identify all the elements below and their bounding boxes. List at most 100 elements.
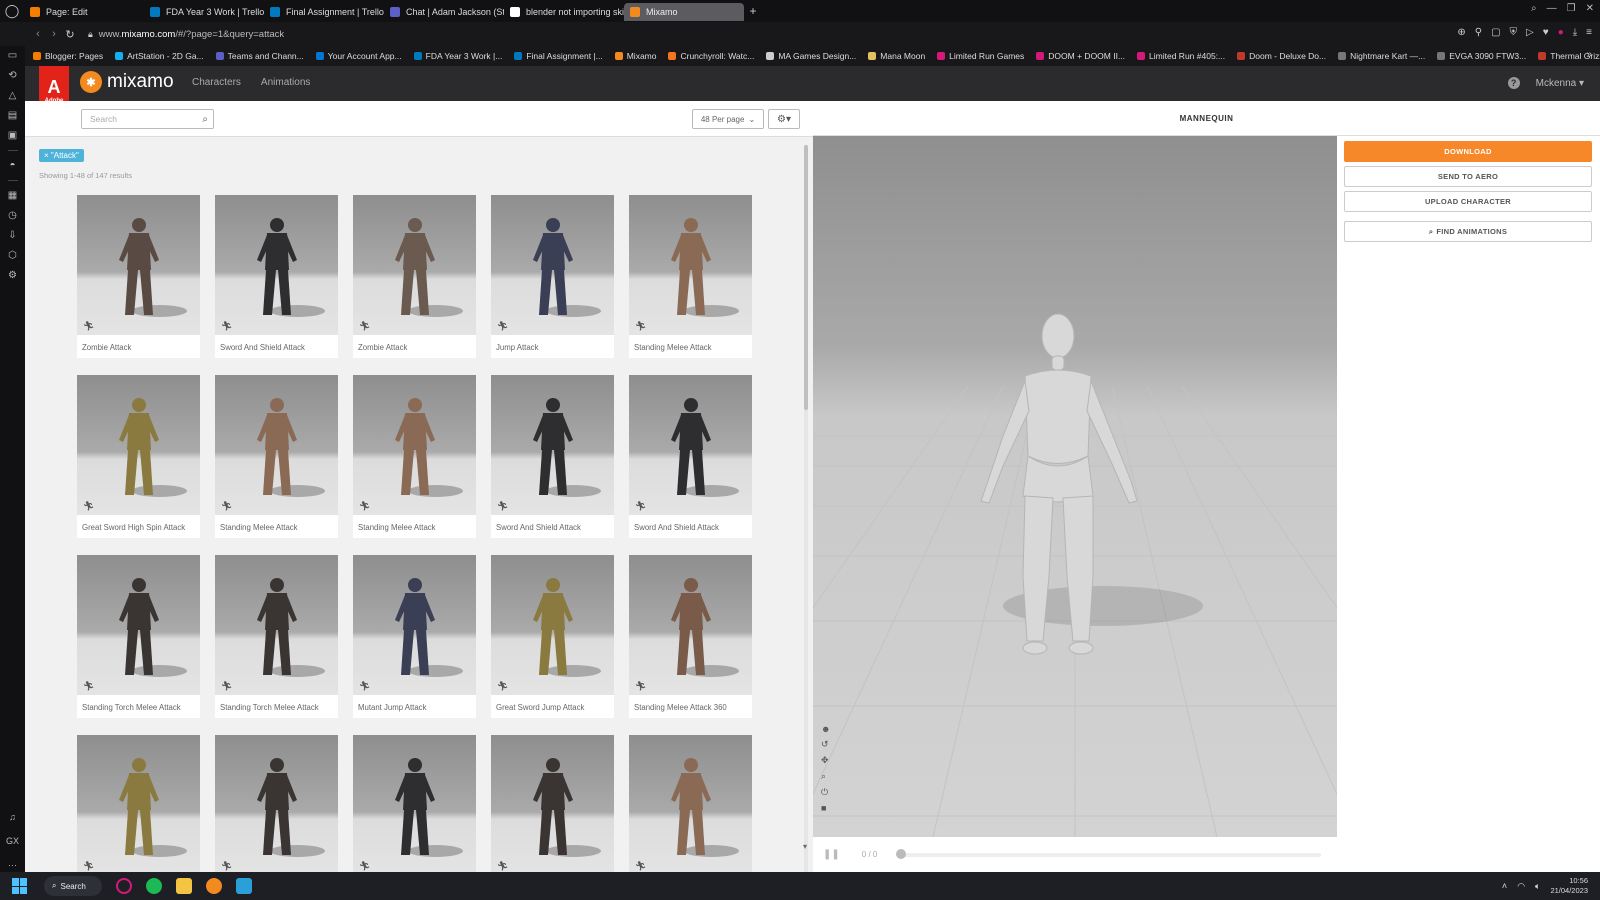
bookmark-item[interactable]: MA Games Design... (766, 51, 856, 61)
timeline-track[interactable] (899, 853, 1321, 857)
filter-tag-attack[interactable]: × "Attack" (39, 149, 84, 162)
downloads-icon[interactable]: ⇩ (8, 230, 16, 241)
power-icon[interactable]: ⏻ (821, 787, 830, 798)
history-icon[interactable]: ⟲ (8, 70, 16, 81)
clock-icon[interactable]: ◷ (8, 210, 17, 221)
bookmark-item[interactable]: Mana Moon (868, 51, 925, 61)
animation-card[interactable]: 🏃︎ Zombie Attack (353, 195, 476, 358)
browser-tab[interactable]: blender not importing ski (504, 3, 624, 21)
apps-icon[interactable]: ▦ (8, 190, 17, 201)
send-to-aero-button[interactable]: SEND TO AERO (1344, 166, 1592, 187)
browser-tab[interactable]: Chat | Adam Jackson (St (384, 3, 504, 21)
tab-search-icon[interactable]: ⌕ (1531, 3, 1537, 14)
per-page-select[interactable]: 48 Per page ⌄ (692, 109, 764, 129)
player-icon[interactable]: ▷ (1526, 27, 1534, 38)
animation-card[interactable]: 🏃︎ Standing Melee Attack (215, 375, 338, 538)
bookmark-item[interactable]: Limited Run #405:... (1137, 51, 1225, 61)
bookmark-item[interactable]: Limited Run Games (937, 51, 1024, 61)
start-icon[interactable] (12, 878, 28, 894)
browser-tab[interactable]: Final Assignment | Trello (264, 3, 384, 21)
animation-card[interactable]: 🏃︎ (215, 735, 338, 872)
bookmark-item[interactable]: Your Account App... (315, 51, 402, 61)
animation-card[interactable]: 🏃︎ (77, 735, 200, 872)
bookmark-item[interactable]: DOOM + DOOM II... (1036, 51, 1125, 61)
character-icon[interactable]: ☻ (821, 724, 830, 734)
bookmark-item[interactable]: Blogger: Pages (33, 51, 103, 61)
reload-icon[interactable]: ↻ (62, 28, 78, 41)
upload-character-button[interactable]: UPLOAD CHARACTER (1344, 191, 1592, 212)
user-menu[interactable]: Mckenna ▾ (1536, 78, 1584, 89)
scrollbar-thumb[interactable] (804, 145, 808, 410)
animation-card[interactable]: 🏃︎ (353, 735, 476, 872)
bookmark-item[interactable]: Crunchyroll: Watc... (668, 51, 754, 61)
zoom-viewport-icon[interactable]: ⌕ (821, 771, 830, 782)
animation-card[interactable]: 🏃︎ Standing Torch Melee Attack (215, 555, 338, 718)
search-input[interactable]: Search ⌕ (81, 109, 214, 129)
download-button[interactable]: DOWNLOAD (1344, 141, 1592, 162)
animation-card[interactable]: 🏃︎ Zombie Attack (77, 195, 200, 358)
url-field[interactable]: 🔒︎ www.mixamo.com/#/?page=1&query=attack (88, 29, 284, 40)
forward-icon[interactable]: › (46, 28, 62, 40)
animation-card[interactable]: 🏃︎ Sword And Shield Attack (629, 375, 752, 538)
animation-card[interactable]: 🏃︎ Standing Torch Melee Attack (77, 555, 200, 718)
bookmark-item[interactable]: Teams and Chann... (215, 51, 304, 61)
animation-card[interactable]: 🏃︎ Mutant Jump Attack (353, 555, 476, 718)
timeline-scrubber[interactable] (896, 849, 906, 859)
heart-icon[interactable]: ♥ (1543, 27, 1549, 38)
3d-viewport[interactable]: ☻ ↺ ✥ ⌕ ⏻ ■ (813, 136, 1337, 837)
pan-icon[interactable]: ✥ (821, 755, 830, 766)
mixamo-logo[interactable]: ✱ mixamo (80, 71, 174, 93)
aria-icon[interactable]: △ (9, 90, 17, 101)
browser-tab[interactable]: Page: Edit (24, 3, 144, 21)
browser-tab[interactable]: Mixamo (624, 3, 744, 21)
opera-gx-icon[interactable] (116, 878, 132, 894)
chevron-up-icon[interactable]: ˄ (1502, 881, 1507, 891)
bookmark-item[interactable]: Mixamo (614, 51, 656, 61)
workspace-icon[interactable]: ▭ (8, 50, 17, 61)
bookmark-item[interactable]: Doom - Deluxe Do... (1237, 51, 1326, 61)
bookmark-item[interactable]: EVGA 3090 FTW3... (1437, 51, 1526, 61)
animation-card[interactable]: 🏃︎ Standing Melee Attack (353, 375, 476, 538)
close-icon[interactable]: ✕ (1586, 3, 1594, 14)
browser-tab[interactable]: FDA Year 3 Work | Trello (144, 3, 264, 21)
find-animations-button[interactable]: ⌕ FIND ANIMATIONS (1344, 221, 1592, 242)
bookmark-item[interactable]: Nightmare Kart —... (1338, 51, 1425, 61)
avatar-icon[interactable]: ● (1558, 27, 1564, 38)
bookmark-item[interactable]: Final Assignment |... (514, 51, 603, 61)
file-explorer-icon[interactable] (176, 878, 192, 894)
scroll-down-icon[interactable]: ▾ (803, 842, 807, 851)
animation-card[interactable]: 🏃︎ (491, 735, 614, 872)
pinboard-icon[interactable]: ▤ (8, 110, 17, 121)
help-icon[interactable]: ? (1507, 77, 1520, 89)
volume-icon[interactable]: 🔈︎ (1535, 881, 1540, 892)
animation-card[interactable]: 🏃︎ Great Sword Jump Attack (491, 555, 614, 718)
bookmark-item[interactable]: FDA Year 3 Work |... (413, 51, 502, 61)
search-icon[interactable]: ⌕ (202, 114, 208, 125)
animation-card[interactable]: 🏃︎ Standing Melee Attack (629, 195, 752, 358)
nav-characters[interactable]: Characters (192, 77, 241, 88)
new-tab-button[interactable]: + (744, 2, 762, 20)
more-icon[interactable]: ··· (8, 860, 17, 870)
wifi-icon[interactable]: ◠ (1517, 881, 1525, 892)
clock[interactable]: 10:56 21/04/2023 (1550, 876, 1588, 896)
settings-dropdown-button[interactable]: ⚙▾ (768, 109, 800, 129)
discord-icon[interactable]: ◓ (9, 160, 15, 171)
nav-animations[interactable]: Animations (261, 77, 310, 88)
extensions-icon[interactable]: ⬡ (8, 250, 17, 261)
bookmarks-overflow-icon[interactable]: » (1586, 49, 1592, 60)
shield-icon[interactable]: ⛨ (1510, 27, 1518, 38)
pin-icon[interactable]: ⚲ (1475, 27, 1482, 38)
download-icon[interactable]: ⤓ (1573, 27, 1577, 38)
animation-card[interactable]: 🏃︎ Great Sword High Spin Attack (77, 375, 200, 538)
notes-icon[interactable]: ▣ (8, 130, 17, 141)
camera-icon[interactable]: ■ (821, 803, 830, 813)
opera-menu-icon[interactable]: ◯ (0, 0, 24, 22)
animation-card[interactable]: 🏃︎ (629, 735, 752, 872)
animation-card[interactable]: 🏃︎ Standing Melee Attack 360 (629, 555, 752, 718)
settings-icon[interactable]: ⚙ (8, 270, 17, 281)
reset-view-icon[interactable]: ↺ (821, 739, 830, 750)
bookmark-item[interactable]: ArtStation - 2D Ga... (115, 51, 204, 61)
animation-card[interactable]: 🏃︎ Jump Attack (491, 195, 614, 358)
gx-icon[interactable]: GX (6, 836, 19, 846)
pause-icon[interactable]: ❚❚ (823, 849, 840, 860)
